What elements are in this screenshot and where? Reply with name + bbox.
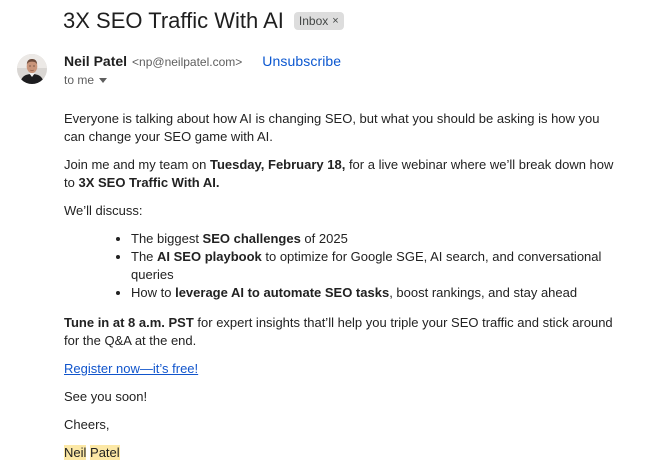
webinar-date: Tuesday, February 18,	[209, 157, 346, 172]
show-details-caret-icon[interactable]	[99, 77, 108, 83]
sender-name[interactable]: Neil Patel	[64, 53, 127, 69]
recipient-row: to me	[64, 73, 108, 87]
list-item-bold: AI SEO playbook	[157, 249, 262, 264]
signature-first-name: Neil	[64, 445, 87, 460]
sender-email: <np@neilpatel.com>	[132, 55, 243, 69]
webinar-title: 3X SEO Traffic With AI.	[78, 175, 220, 190]
email-body: Everyone is talking about how AI is chan…	[64, 110, 624, 472]
list-item: How to leverage AI to automate SEO tasks…	[131, 284, 624, 302]
list-item-text: , boost rankings, and stay ahead	[389, 285, 578, 300]
list-item: The biggest SEO challenges of 2025	[131, 230, 624, 248]
list-item-bold: SEO challenges	[202, 231, 301, 246]
body-paragraph-webinar: Join me and my team on Tuesday, February…	[64, 156, 624, 192]
list-item-bold: leverage AI to automate SEO tasks	[175, 285, 390, 300]
body-paragraph-see-you: See you soon!	[64, 389, 148, 404]
body-paragraph-tune-in: Tune in at 8 a.m. PST for expert insight…	[64, 314, 624, 350]
list-item-text: The biggest	[131, 231, 203, 246]
avatar-photo-icon	[17, 54, 47, 84]
webinar-text-a: Join me and my team on	[64, 157, 210, 172]
tune-in-time: Tune in at 8 a.m. PST	[64, 315, 194, 330]
list-item-text: The	[131, 249, 158, 264]
register-link[interactable]: Register now—it’s free!	[64, 361, 198, 376]
email-subject-row: 3X SEO Traffic With AI Inbox ×	[63, 7, 344, 35]
body-paragraph-cheers: Cheers,	[64, 417, 110, 432]
list-item-text: How to	[131, 285, 176, 300]
inbox-label-chip[interactable]: Inbox ×	[293, 12, 344, 30]
discussion-list: The biggest SEO challenges of 2025 The A…	[64, 230, 624, 302]
email-subject: 3X SEO Traffic With AI	[63, 8, 284, 33]
sender-row: Neil Patel <np@neilpatel.com> Unsubscrib…	[64, 53, 341, 69]
list-item: The AI SEO playbook to optimize for Goog…	[131, 248, 624, 284]
remove-label-icon[interactable]: ×	[332, 13, 338, 29]
signature: Neil Patel	[64, 444, 624, 462]
inbox-label-text: Inbox	[298, 14, 329, 28]
recipient-text: to me	[64, 73, 95, 87]
body-paragraph-register: Register now—it’s free!	[64, 360, 624, 378]
unsubscribe-link[interactable]: Unsubscribe	[262, 53, 341, 69]
body-paragraph-discuss: We’ll discuss:	[64, 203, 143, 218]
list-item-text: of 2025	[300, 231, 348, 246]
sender-avatar[interactable]	[17, 54, 47, 84]
signature-last-name: Patel	[90, 445, 120, 460]
body-paragraph-intro: Everyone is talking about how AI is chan…	[64, 111, 600, 144]
